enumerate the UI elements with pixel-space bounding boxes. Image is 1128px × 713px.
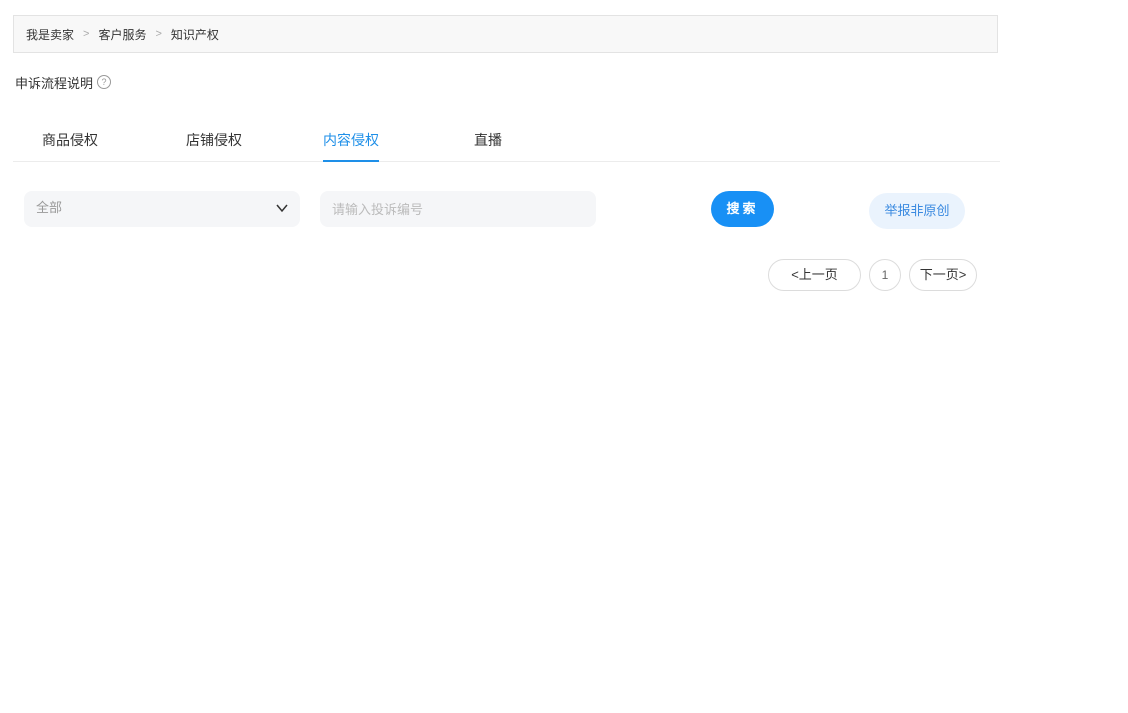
breadcrumb-item-customer-service[interactable]: 客户服务 bbox=[98, 26, 146, 43]
chevron-down-icon bbox=[276, 204, 288, 213]
search-button[interactable]: 搜索 bbox=[711, 191, 774, 227]
breadcrumb-item-ip: 知识产权 bbox=[170, 27, 219, 42]
breadcrumb-separator: > bbox=[83, 28, 90, 40]
tab-content-infringement[interactable]: 内容侵权 bbox=[323, 120, 379, 162]
page-number-button[interactable]: 1 bbox=[869, 259, 901, 291]
question-circle-icon[interactable]: ? bbox=[97, 75, 112, 89]
report-non-original-button[interactable]: 举报非原创 bbox=[869, 193, 965, 229]
breadcrumb-item-seller[interactable]: 我是卖家 bbox=[26, 26, 74, 43]
category-select[interactable]: 全部 bbox=[24, 191, 300, 227]
breadcrumb-separator: > bbox=[155, 28, 162, 40]
tab-live-stream[interactable]: 直播 bbox=[467, 120, 509, 162]
tab-store-infringement[interactable]: 店铺侵权 bbox=[179, 120, 249, 162]
prev-page-button[interactable]: <上一页 bbox=[768, 259, 861, 291]
next-page-button[interactable]: 下一页> bbox=[909, 259, 977, 291]
appeal-process-label[interactable]: 申诉流程说明 bbox=[15, 73, 93, 92]
appeal-process-help: 申诉流程说明 ? bbox=[15, 73, 112, 92]
complaint-id-input[interactable] bbox=[320, 191, 596, 227]
breadcrumb: 我是卖家 > 客户服务 > 知识产权 bbox=[13, 15, 998, 53]
tab-product-infringement[interactable]: 商品侵权 bbox=[35, 120, 105, 162]
category-select-value: 全部 bbox=[36, 200, 63, 215]
tab-bar: 商品侵权 店铺侵权 内容侵权 直播 bbox=[13, 120, 1000, 162]
